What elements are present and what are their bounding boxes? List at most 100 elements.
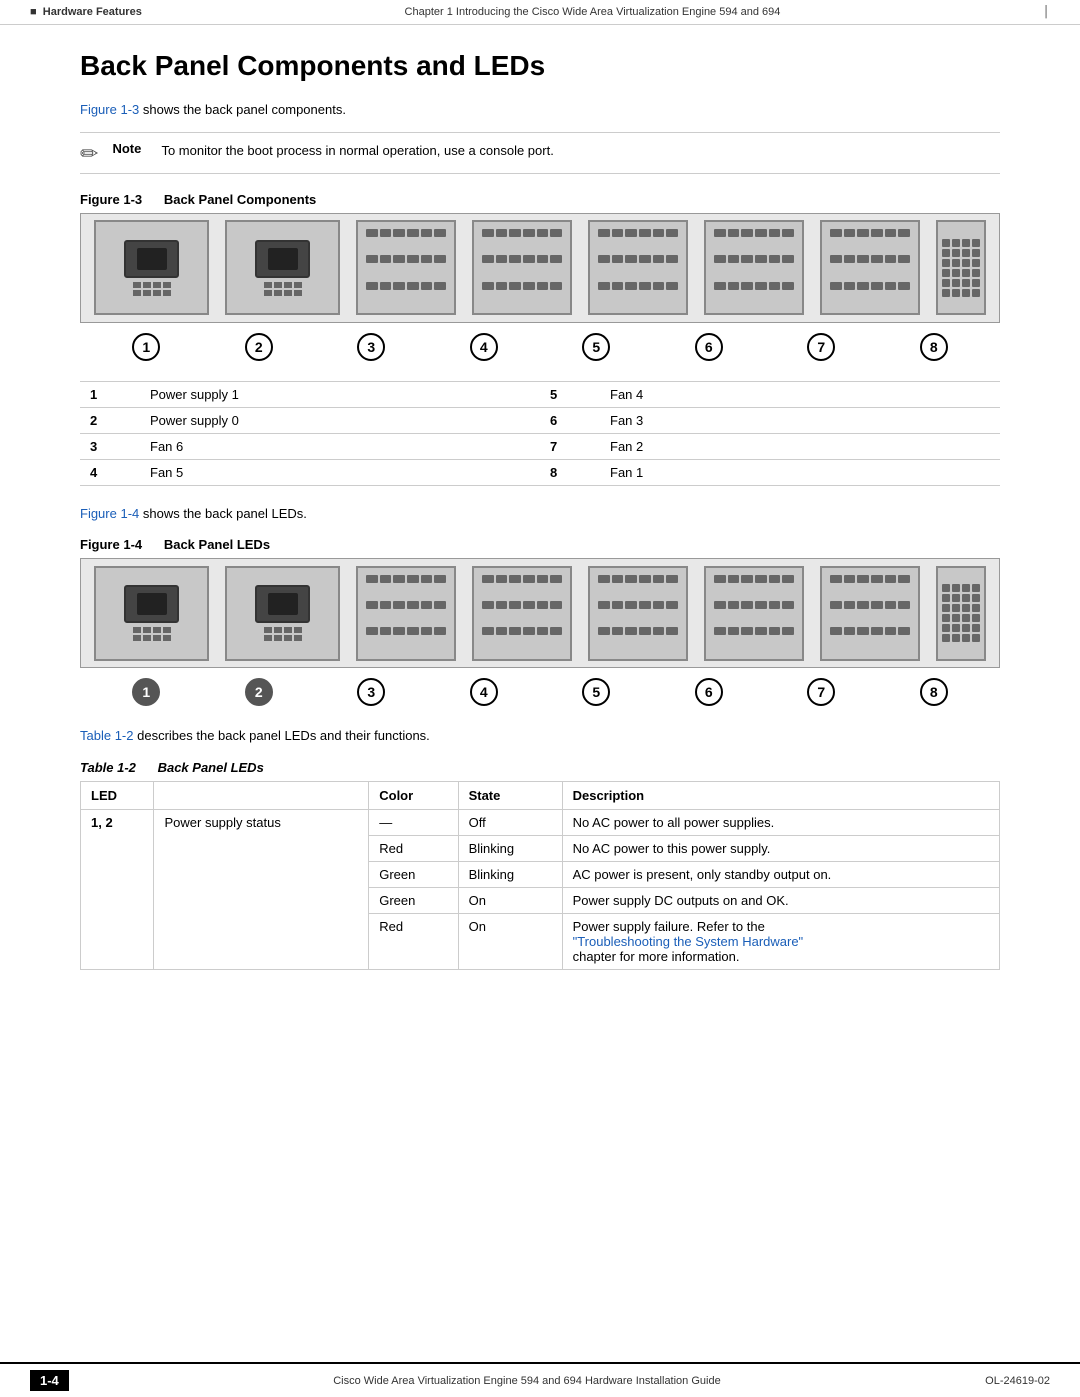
- comp-num-6: 6: [540, 407, 600, 433]
- table-word: Table: [80, 760, 113, 775]
- comp-num-3: 3: [80, 433, 140, 459]
- table-link[interactable]: Table 1-2: [80, 728, 133, 743]
- figure2-title: Back Panel LEDs: [164, 537, 270, 552]
- led-color-cell: —: [369, 809, 458, 835]
- led-state-col-header: State: [458, 781, 562, 809]
- num-circle-2: 2: [245, 333, 273, 361]
- hw-unit-fan5: [820, 220, 920, 315]
- table-row: 1 Power supply 1 5 Fan 4: [80, 381, 1000, 407]
- table-row: 4 Fan 5 8 Fan 1: [80, 459, 1000, 485]
- led-state-cell: Off: [458, 809, 562, 835]
- footer-doc-number: OL-24619-02: [985, 1375, 1050, 1387]
- table-row: 2 Power supply 0 6 Fan 3: [80, 407, 1000, 433]
- led-color-cell: Green: [369, 887, 458, 913]
- table-title: Back Panel LEDs: [158, 760, 264, 775]
- footer-title: Cisco Wide Area Virtualization Engine 59…: [333, 1375, 720, 1387]
- led-table-header-row: LED Color State Description: [81, 781, 1000, 809]
- main-content: Back Panel Components and LEDs Figure 1-…: [0, 25, 1080, 1048]
- led-state-cell: On: [458, 887, 562, 913]
- hw-unit2-fan1: [356, 566, 456, 661]
- page-header: ■ Hardware Features Chapter 1 Introducin…: [0, 0, 1080, 25]
- para2-text: shows the back panel LEDs.: [143, 506, 307, 521]
- figure1-link[interactable]: Figure 1-3: [80, 102, 139, 117]
- led-state-cell: On: [458, 913, 562, 969]
- num-circle-3: 3: [357, 333, 385, 361]
- hw-unit2-fan3: [588, 566, 688, 661]
- table-intro-text: describes the back panel LEDs and their …: [137, 728, 430, 743]
- components-table: 1 Power supply 1 5 Fan 4 2 Power supply …: [80, 381, 1000, 486]
- comp-label-6: Fan 3: [600, 407, 1000, 433]
- led-desc-cell: No AC power to this power supply.: [562, 835, 999, 861]
- num-circle-8: 8: [920, 333, 948, 361]
- note-icon: ✏: [80, 143, 98, 165]
- num-circle2-3: 3: [357, 678, 385, 706]
- table-number: 1-2: [117, 760, 136, 775]
- led-desc-last-cell: Power supply failure. Refer to the "Trou…: [562, 913, 999, 969]
- table-row: 1, 2 Power supply status — Off No AC pow…: [81, 809, 1000, 835]
- intro-para-text: shows the back panel components.: [143, 102, 346, 117]
- comp-num-7: 7: [540, 433, 600, 459]
- header-chapter: Chapter 1 Introducing the Cisco Wide Are…: [142, 6, 1043, 18]
- led-color-cell: Red: [369, 835, 458, 861]
- num-circle2-4: 4: [470, 678, 498, 706]
- note-text: To monitor the boot process in normal op…: [161, 141, 553, 161]
- led-state-cell: Blinking: [458, 861, 562, 887]
- comp-label-7: Fan 2: [600, 433, 1000, 459]
- page-number: 1-4: [30, 1370, 69, 1391]
- hw-unit-fan4: [704, 220, 804, 315]
- hw-unit2-fan2: [472, 566, 572, 661]
- num-circle2-8: 8: [920, 678, 948, 706]
- figure2-word: Figure: [80, 537, 120, 552]
- led-desc-col-header: [154, 781, 369, 809]
- led-num-cell: 1, 2: [81, 809, 154, 969]
- num-circle-4: 4: [470, 333, 498, 361]
- led-state-cell: Blinking: [458, 835, 562, 861]
- comp-label-1: Power supply 1: [140, 381, 540, 407]
- note-label: Note: [112, 141, 147, 156]
- comp-num-1: 1: [80, 381, 140, 407]
- comp-label-5: Fan 4: [600, 381, 1000, 407]
- figure2-caption: Figure 1-4 Back Panel LEDs: [80, 537, 1000, 552]
- hw-unit-ps2: [225, 220, 340, 315]
- figure2-link[interactable]: Figure 1-4: [80, 506, 139, 521]
- led-desc-cell: Power supply DC outputs on and OK.: [562, 887, 999, 913]
- hw-unit2-ps1: [94, 566, 209, 661]
- hw-unit2-fan6: [936, 566, 986, 661]
- hw-unit-fan2: [472, 220, 572, 315]
- comp-label-4: Fan 5: [140, 459, 540, 485]
- figure1-caption: Figure 1-3 Back Panel Components: [80, 192, 1000, 207]
- numbers-row-2: 1 2 3 4 5 6 7 8: [80, 672, 1000, 712]
- para2: Figure 1-4 shows the back panel LEDs.: [80, 504, 1000, 524]
- header-right-marker: │: [1043, 6, 1050, 18]
- comp-label-2: Power supply 0: [140, 407, 540, 433]
- back-panel-diagram-2: [80, 558, 1000, 668]
- led-color-cell: Red: [369, 913, 458, 969]
- num-circle2-1: 1: [132, 678, 160, 706]
- num-circle-5: 5: [582, 333, 610, 361]
- table-intro-para: Table 1-2 describes the back panel LEDs …: [80, 726, 1000, 746]
- comp-num-4: 4: [80, 459, 140, 485]
- num-circle2-7: 7: [807, 678, 835, 706]
- hw-unit-ps1: [94, 220, 209, 315]
- comp-num-2: 2: [80, 407, 140, 433]
- num-circle2-2: 2: [245, 678, 273, 706]
- comp-label-8: Fan 1: [600, 459, 1000, 485]
- led-col-header: LED: [81, 781, 154, 809]
- led-color-cell: Green: [369, 861, 458, 887]
- hw-unit-fan6: [936, 220, 986, 315]
- page-footer: 1-4 Cisco Wide Area Virtualization Engin…: [0, 1362, 1080, 1397]
- troubleshoot-link[interactable]: "Troubleshooting the System Hardware": [573, 934, 804, 949]
- comp-label-3: Fan 6: [140, 433, 540, 459]
- table-label: Table 1-2 Back Panel LEDs: [80, 760, 1000, 775]
- table-row: 3 Fan 6 7 Fan 2: [80, 433, 1000, 459]
- num-circle2-6: 6: [695, 678, 723, 706]
- hw-unit2-fan5: [820, 566, 920, 661]
- led-desc-cell: No AC power to all power supplies.: [562, 809, 999, 835]
- hw-unit2-fan4: [704, 566, 804, 661]
- led-color-col-header: Color: [369, 781, 458, 809]
- header-section-label: ■ Hardware Features: [30, 6, 142, 18]
- comp-num-5: 5: [540, 381, 600, 407]
- hw-unit2-ps2: [225, 566, 340, 661]
- page-title: Back Panel Components and LEDs: [80, 50, 1000, 82]
- num-circle-1: 1: [132, 333, 160, 361]
